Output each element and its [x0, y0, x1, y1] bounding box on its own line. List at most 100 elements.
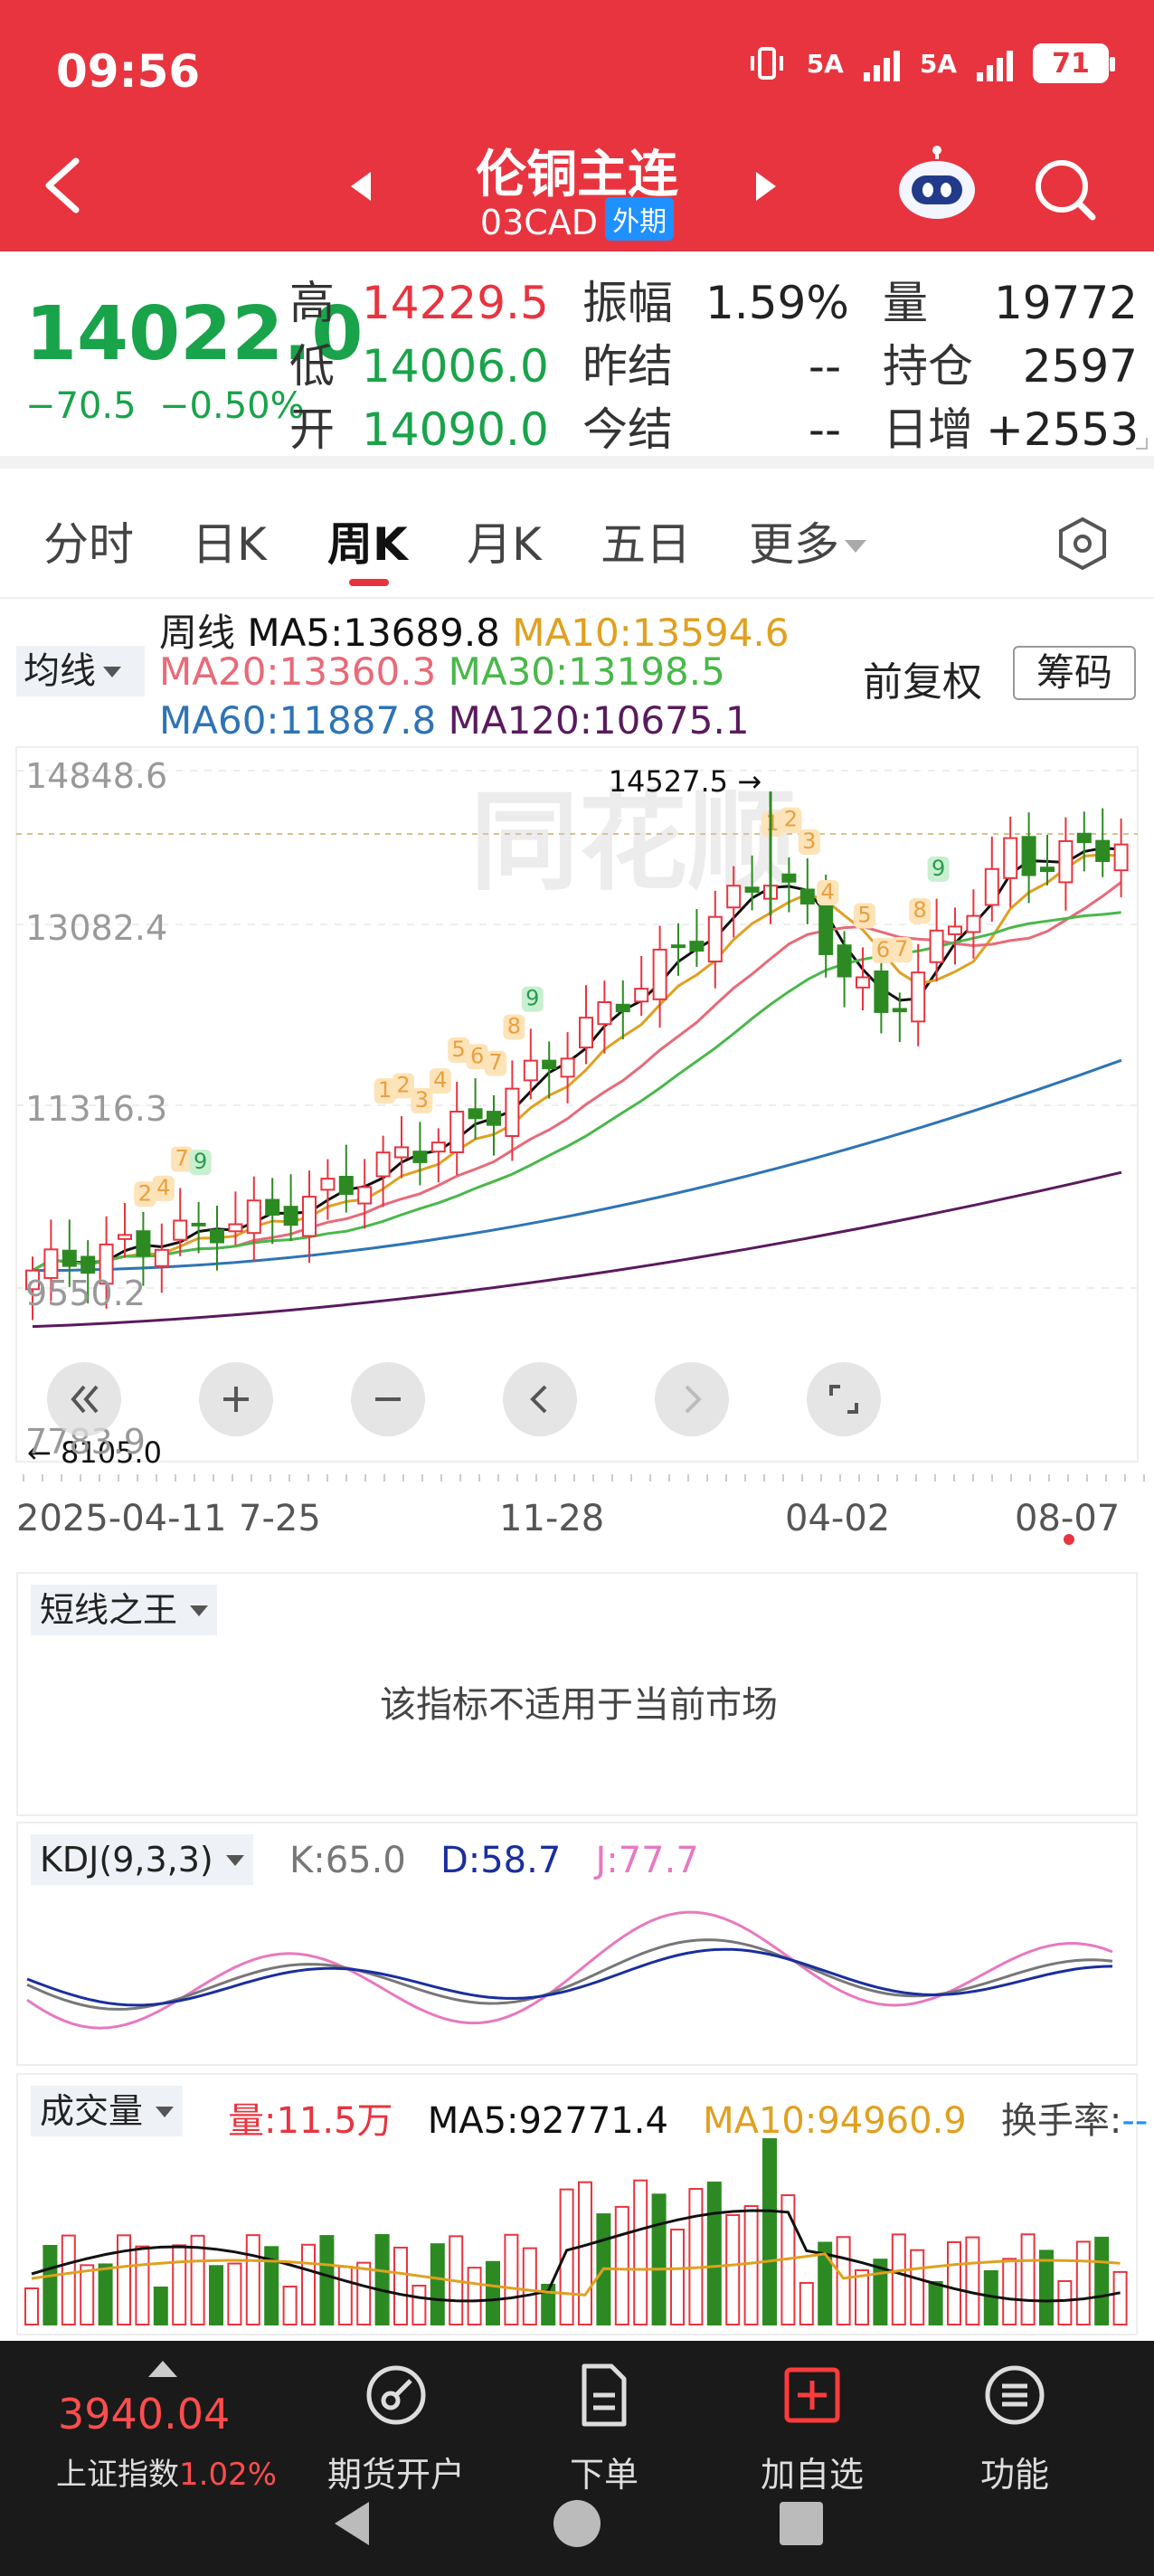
- volume-bar: [670, 2228, 685, 2325]
- candle-body: [1058, 839, 1074, 884]
- tab-more[interactable]: 更多: [749, 508, 866, 573]
- signal-label: 4: [821, 879, 835, 904]
- indicator-selector-short[interactable]: 短线之王: [31, 1585, 218, 1635]
- value-today-settle: --: [808, 403, 841, 456]
- volume-bar: [43, 2245, 58, 2325]
- nav-futures-account[interactable]: 期货开户: [297, 2359, 496, 2496]
- nav-functions[interactable]: 功能: [915, 2359, 1114, 2496]
- tab-intraday[interactable]: 分时: [43, 508, 134, 573]
- turnover-label: 换手率:: [1000, 2100, 1122, 2142]
- candle-body: [652, 948, 667, 1000]
- indicator-selector-volume[interactable]: 成交量: [31, 2086, 184, 2136]
- candle-body: [560, 1057, 575, 1078]
- kdj-d-value: D:58.7: [440, 1840, 562, 1881]
- tab-weekly-k[interactable]: 周K: [327, 508, 408, 573]
- ma-lines: [32, 847, 1122, 1329]
- vibrate-icon: [750, 47, 783, 80]
- label-amplitude: 振幅: [582, 277, 673, 329]
- candle-body: [856, 976, 870, 989]
- volume-bar: [467, 2267, 482, 2325]
- volume-bar: [743, 2205, 759, 2326]
- chip-distribution-button[interactable]: 筹码: [1013, 646, 1136, 700]
- expand-up-icon[interactable]: [148, 2361, 177, 2377]
- candle-body: [948, 925, 962, 935]
- network-type-1: 5A: [806, 48, 844, 79]
- indicator-selector-kdj[interactable]: KDJ(9,3,3): [31, 1834, 253, 1885]
- tab-monthly-k[interactable]: 月K: [467, 508, 542, 573]
- signal-label: 2: [138, 1180, 152, 1206]
- volume-bar: [947, 2240, 961, 2325]
- tab-five-day[interactable]: 五日: [601, 508, 691, 573]
- x-tick-1: 2025-04-11: [16, 1498, 227, 1539]
- ma-selector-button[interactable]: 均线: [16, 646, 145, 696]
- candle-body: [246, 1199, 261, 1235]
- zoom-out-button[interactable]: [351, 1362, 425, 1436]
- quote-values-col2: 1.59% -- --: [705, 271, 849, 461]
- system-home-icon[interactable]: [550, 2496, 604, 2551]
- turnover-value: --: [1121, 2100, 1149, 2142]
- system-recents-icon[interactable]: [774, 2496, 828, 2551]
- chart-settings-icon[interactable]: [1055, 516, 1111, 572]
- signal-label: 7: [488, 1050, 502, 1075]
- volume-bar: [319, 2235, 335, 2325]
- volume-bar: [855, 2268, 869, 2325]
- add-square-icon: [784, 2367, 840, 2423]
- index-value[interactable]: 3940.04: [58, 2390, 230, 2439]
- y-tick-2: 13082.4: [25, 908, 168, 948]
- candle-body: [283, 1206, 298, 1226]
- quote-labels-col3: 量 持仓 日增: [883, 271, 973, 461]
- volume-bar: [1112, 2270, 1128, 2326]
- volume-bar: [411, 2284, 427, 2325]
- scroll-right-button[interactable]: [655, 1362, 729, 1436]
- kdj-k-value: K:65.0: [289, 1840, 406, 1881]
- y-tick-4: 9550.2: [25, 1274, 146, 1313]
- fullscreen-button[interactable]: [807, 1362, 881, 1436]
- zoom-in-button[interactable]: [199, 1362, 273, 1436]
- candle-body: [505, 1087, 520, 1138]
- index-name-row[interactable]: 上证指数1.02%: [56, 2449, 277, 2494]
- indicator-name: KDJ(9,3,3): [40, 1840, 213, 1880]
- nav-add-watchlist[interactable]: 加自选: [713, 2359, 912, 2496]
- label-volume: 量: [883, 277, 928, 329]
- candle-body: [781, 873, 797, 883]
- scroll-left-button[interactable]: [503, 1362, 577, 1436]
- volume-bar: [910, 2249, 925, 2325]
- adjust-mode-label[interactable]: 前复权: [863, 649, 982, 707]
- volume-bar: [1002, 2258, 1017, 2325]
- robot-assistant-icon[interactable]: [895, 145, 979, 223]
- candle-body: [1021, 836, 1036, 876]
- volume-chart: [24, 2138, 1128, 2326]
- candle-body: [265, 1198, 280, 1216]
- signal-label: 5: [857, 903, 871, 928]
- kline-chart[interactable]: 同花顺 123456789123456789123456789 14527.5 …: [0, 734, 1154, 1485]
- candle-body: [1076, 832, 1092, 844]
- ma5-value: MA5:13689.8: [247, 611, 500, 655]
- label-today-settle: 今结: [582, 403, 673, 456]
- app-root: 09:56 5A 5A 71 伦铜主连 03CAD 外期 14022.0 −70.…: [0, 0, 1154, 2576]
- candle-body: [80, 1255, 96, 1274]
- period-tabs: 分时 日K 周K 月K 五日 更多: [0, 481, 1154, 599]
- minus-icon: [375, 1397, 401, 1401]
- candle-body: [210, 1228, 224, 1244]
- candle-body: [154, 1248, 169, 1267]
- scroll-start-button[interactable]: [47, 1362, 121, 1436]
- system-back-icon[interactable]: [326, 2496, 380, 2551]
- volume-bar: [393, 2246, 408, 2325]
- volume-bar: [891, 2233, 906, 2325]
- candle-body: [837, 944, 852, 978]
- gauge-icon: [366, 2365, 426, 2425]
- volume-bar: [98, 2263, 113, 2325]
- candle-body: [136, 1230, 151, 1257]
- candle-body: [357, 1186, 373, 1205]
- search-icon[interactable]: [1029, 154, 1098, 223]
- value-open: 14090.0: [362, 403, 549, 456]
- tab-daily-k[interactable]: 日K: [192, 508, 267, 573]
- volume-bar: [522, 2247, 537, 2325]
- short-king-panel: 短线之王 该指标不适用于当前市场: [16, 1572, 1138, 1816]
- volume-bar: [928, 2280, 943, 2325]
- signal-icon: [863, 45, 900, 81]
- tab-more-label: 更多: [749, 518, 839, 571]
- nav-place-order[interactable]: 下单: [505, 2359, 704, 2496]
- next-contract-arrow-icon[interactable]: [756, 172, 776, 201]
- expand-corner-icon[interactable]: [1134, 436, 1149, 450]
